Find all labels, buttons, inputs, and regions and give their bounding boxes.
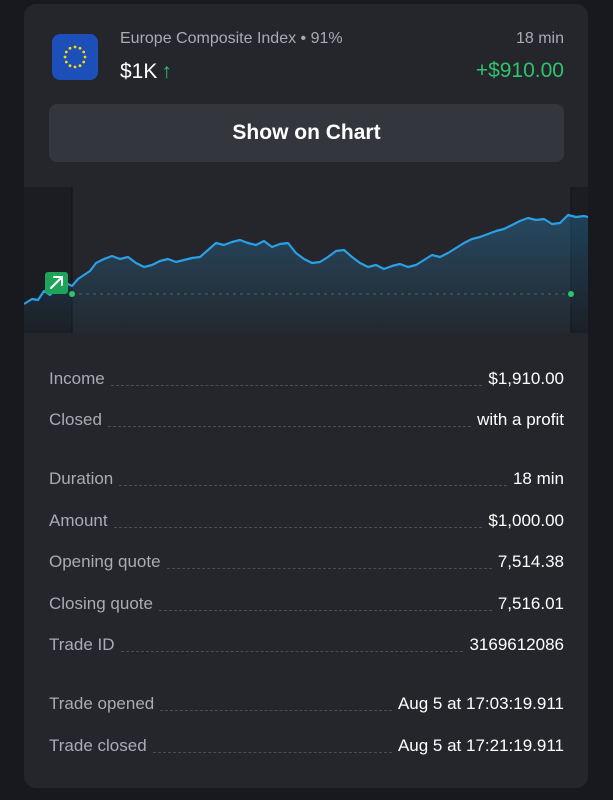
leader-dots — [107, 425, 472, 427]
detail-label: Amount — [49, 511, 108, 530]
exit-point-marker — [568, 291, 574, 297]
arrow-up-icon: ↑ — [161, 60, 172, 83]
trade-amount-value: $1K — [120, 60, 158, 83]
detail-row-trade-id: Trade ID 3169612086 — [49, 631, 564, 655]
detail-label: Trade closed — [49, 736, 147, 755]
asset-name: Europe Composite Index • 91% — [120, 30, 343, 47]
trade-header: Europe Composite Index • 91% 18 min $1K … — [24, 4, 588, 104]
leader-dots — [158, 609, 492, 611]
show-on-chart-button[interactable]: Show on Chart — [49, 104, 564, 162]
detail-label: Trade opened — [49, 694, 155, 713]
detail-value: with a profit — [477, 410, 564, 429]
leader-dots — [120, 650, 464, 652]
detail-row-closed: Closed with a profit — [49, 406, 564, 430]
detail-row-income: Income $1,910.00 — [49, 365, 564, 389]
entry-point-marker — [69, 291, 75, 297]
detail-label: Opening quote — [49, 552, 161, 571]
detail-value: 18 min — [512, 469, 564, 488]
detail-row-closing-quote: Closing quote 7,516.01 — [49, 590, 564, 614]
leader-dots — [160, 709, 392, 711]
detail-row-opening-quote: Opening quote 7,514.38 — [49, 548, 564, 572]
arrow-up-right-icon — [45, 272, 68, 294]
detail-value: $1,000.00 — [488, 511, 564, 530]
detail-row-trade-closed: Trade closed Aug 5 at 17:21:19.911 — [49, 732, 564, 756]
detail-value: 3169612086 — [469, 635, 564, 654]
trade-amount: $1K ↑ — [120, 60, 172, 84]
leader-dots — [113, 526, 483, 528]
detail-row-duration: Duration 18 min — [49, 465, 564, 489]
detail-label: Closed — [49, 410, 102, 429]
detail-label: Duration — [49, 469, 114, 488]
detail-row-amount: Amount $1,000.00 — [49, 507, 564, 531]
leader-dots — [119, 484, 507, 486]
detail-value: Aug 5 at 17:03:19.911 — [397, 694, 564, 713]
detail-value: 7,514.38 — [497, 552, 564, 571]
detail-label: Closing quote — [49, 594, 153, 613]
mini-chart — [24, 187, 588, 333]
trade-duration: 18 min — [515, 30, 564, 47]
leader-dots — [152, 751, 392, 753]
eu-flag-icon — [52, 34, 98, 80]
detail-value: Aug 5 at 17:21:19.911 — [397, 736, 564, 755]
leader-dots — [110, 384, 483, 386]
detail-label: Trade ID — [49, 635, 115, 654]
trade-profit: +$910.00 — [475, 59, 564, 82]
trade-card: Europe Composite Index • 91% 18 min $1K … — [24, 4, 588, 788]
leader-dots — [166, 567, 492, 569]
detail-value: $1,910.00 — [488, 369, 564, 388]
detail-value: 7,516.01 — [497, 594, 564, 613]
detail-label: Income — [49, 369, 105, 388]
detail-row-trade-opened: Trade opened Aug 5 at 17:03:19.911 — [49, 690, 564, 714]
